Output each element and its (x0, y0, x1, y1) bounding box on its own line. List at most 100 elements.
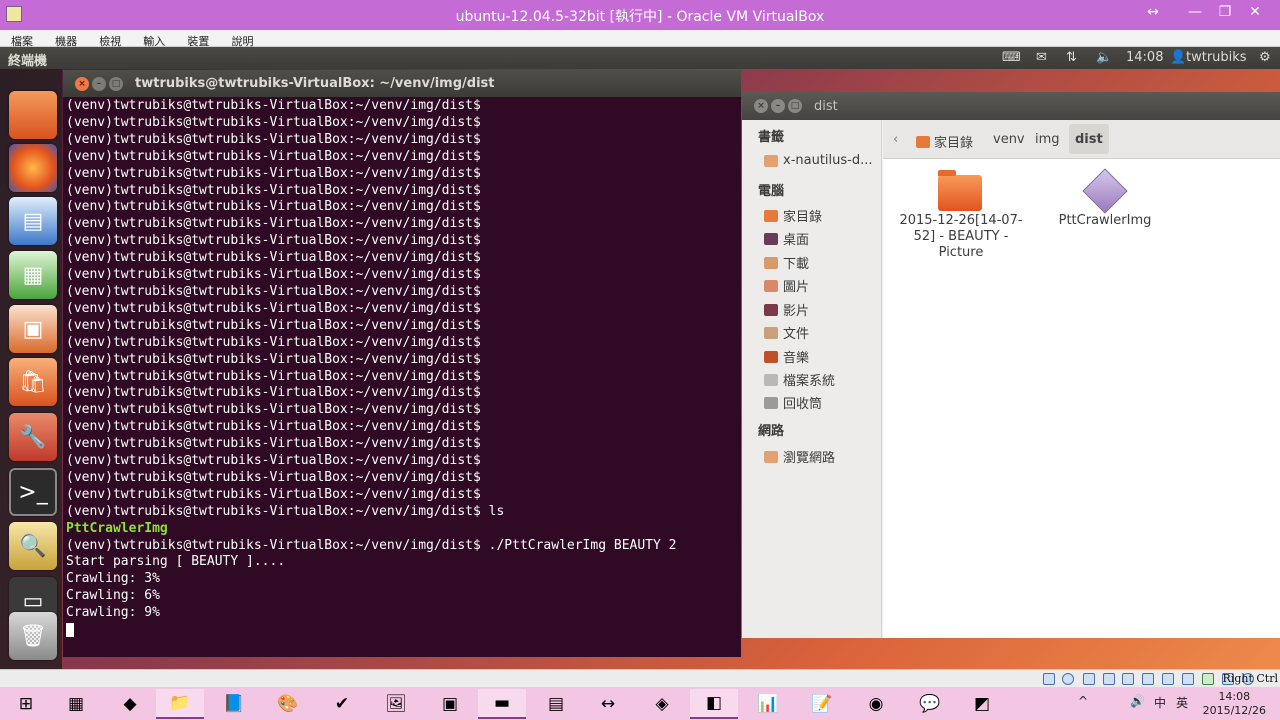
apps-icon[interactable]: ▦ (52, 689, 100, 719)
sidebar-item-documents[interactable]: 文件 (764, 323, 809, 342)
resize-icon[interactable]: ↔ (1138, 4, 1168, 20)
maximize-icon[interactable]: □ (788, 99, 802, 113)
breadcrumb-dist[interactable]: dist (1069, 124, 1109, 154)
panel-clock[interactable]: 14:08 (1126, 50, 1163, 65)
close-button[interactable]: ✕ (1240, 4, 1270, 20)
terminal-output[interactable]: (venv)twtrubiks@twtrubiks-VirtualBox:~/v… (66, 98, 736, 655)
breadcrumb: ‹ 家目錄 venv img dist (883, 120, 1280, 159)
firefox-launcher-icon[interactable] (9, 144, 57, 192)
recording-icon[interactable] (1182, 673, 1194, 685)
sidebar-item-label: 家目錄 (783, 210, 823, 225)
optical-drive-icon[interactable] (1062, 673, 1074, 685)
display-icon[interactable] (1162, 673, 1174, 685)
cmd-icon[interactable]: ▬ (478, 689, 526, 719)
settings-launcher-icon[interactable]: 🔧 (9, 413, 57, 461)
volume-icon[interactable]: 🔈 (1096, 50, 1112, 65)
file-manager-window[interactable]: × – □ dist 書籤 x-nautilus-d... 電腦 家目錄 桌面 … (742, 92, 1280, 638)
minimize-icon[interactable]: – (771, 99, 785, 113)
terminal-line: (venv)twtrubiks@twtrubiks-VirtualBox:~/v… (66, 250, 481, 266)
breadcrumb-venv[interactable]: venv (993, 132, 1025, 147)
trash-launcher-icon[interactable]: 🗑 (9, 612, 57, 660)
clock-time: 14:08 (1218, 690, 1251, 703)
terminal-cursor-line[interactable] (66, 622, 736, 639)
breadcrumb-img[interactable]: img (1035, 132, 1060, 147)
chevron-left-icon[interactable]: ‹ (893, 132, 898, 147)
file-manager-titlebar[interactable]: × – □ dist (742, 92, 1280, 120)
sidebar-item-trash[interactable]: 回收筒 (764, 393, 822, 412)
monitor-icon[interactable]: 📊 (744, 689, 792, 719)
mouse-integration-icon[interactable] (1202, 673, 1214, 685)
hdd-icon[interactable] (1043, 673, 1055, 685)
start-button[interactable]: ⊞ (2, 689, 50, 719)
gear-icon[interactable]: ⚙ (1259, 50, 1271, 65)
shared-folder-icon[interactable] (1122, 673, 1134, 685)
calc-launcher-icon[interactable]: ▦ (9, 251, 57, 299)
volume-icon[interactable]: 🔊 (1130, 694, 1145, 708)
line-icon[interactable]: 💬 (906, 689, 954, 719)
explorer-icon[interactable]: 📁 (156, 689, 204, 719)
sidebar-item-label: 影片 (783, 304, 810, 319)
sidebar-item-pictures[interactable]: 圖片 (764, 276, 809, 295)
sidebar-item-downloads[interactable]: 下載 (764, 253, 809, 272)
image-viewer-launcher-icon[interactable]: 🔍 (9, 522, 57, 570)
music-icon (764, 350, 778, 363)
files-launcher-icon[interactable] (9, 91, 57, 139)
file-view[interactable]: 2015-12-26[14-07- 52] - BEAUTY - Picture… (883, 159, 1280, 638)
virtualbox-icon[interactable]: ◧ (690, 689, 738, 719)
taskbar-clock[interactable]: 14:08 2015/12/26 (1203, 690, 1266, 718)
photos-icon[interactable]: 🖼 (372, 689, 420, 719)
vbox-menubar: 檔案 機器 檢視 輸入 裝置 說明 (0, 30, 1280, 48)
close-icon[interactable]: × (754, 99, 768, 113)
tray-expand-icon[interactable]: ^ (1078, 694, 1088, 708)
sidebar-item-desktop[interactable]: 桌面 (764, 229, 809, 248)
teamviewer-icon[interactable]: ↔ (584, 689, 632, 719)
close-icon[interactable]: × (75, 77, 89, 91)
sidebar-item-browse-network[interactable]: 瀏覽網路 (764, 447, 835, 466)
terminal-launcher-icon[interactable]: >_ (9, 468, 57, 516)
sidebar-item-filesystem[interactable]: 檔案系統 (764, 370, 835, 389)
app-red-icon[interactable]: ▣ (426, 689, 474, 719)
sidebar-item-bookmark[interactable]: x-nautilus-d... (764, 153, 873, 168)
sidebar-item-videos[interactable]: 影片 (764, 300, 809, 319)
book-icon[interactable]: 📘 (210, 689, 258, 719)
breadcrumb-home[interactable]: 家目錄 (916, 132, 973, 151)
sidebar-item-label: 音樂 (783, 351, 810, 366)
ime-chinese-indicator[interactable]: 中 (1154, 694, 1166, 711)
terminal-line: (venv)twtrubiks@twtrubiks-VirtualBox:~/v… (66, 131, 481, 147)
notepad-icon[interactable]: 📝 (798, 689, 846, 719)
paint-icon[interactable]: 🎨 (264, 689, 312, 719)
floppy-icon[interactable] (1083, 673, 1095, 685)
keyboard-icon[interactable]: ⌨ (1002, 50, 1021, 65)
maximize-icon[interactable]: □ (109, 77, 123, 91)
mail-icon[interactable]: ✉ (1036, 50, 1047, 65)
terminal-line: (venv)twtrubiks@twtrubiks-VirtualBox:~/v… (66, 165, 481, 181)
active-app-title: 終端機 (8, 54, 48, 69)
minimize-button[interactable]: — (1180, 4, 1210, 20)
software-center-launcher-icon[interactable]: 🛍 (9, 358, 57, 406)
host-key-indicator: Right Ctrl (1222, 672, 1278, 685)
impress-launcher-icon[interactable]: ▣ (9, 305, 57, 353)
chrome-icon[interactable]: ◉ (852, 689, 900, 719)
panel-username[interactable]: twtrubiks (1186, 50, 1247, 65)
ime-english-indicator[interactable]: 英 (1176, 694, 1188, 711)
writer-launcher-icon[interactable]: ▤ (9, 197, 57, 245)
checklist-icon[interactable]: ✔ (318, 689, 366, 719)
network-adapter-icon[interactable] (1142, 673, 1154, 685)
minimize-icon[interactable]: – (92, 77, 106, 91)
host-window-title: ubuntu-12.04.5-32bit [執行中] - Oracle VM V… (455, 9, 825, 25)
inkscape-icon[interactable]: ◆ (106, 689, 154, 719)
network-icon[interactable]: ⇅ (1066, 50, 1077, 65)
terminal-cursor (66, 622, 74, 637)
ftp-icon[interactable]: ◈ (638, 689, 686, 719)
terminal-titlebar[interactable]: × – □ twtrubiks@twtrubiks-VirtualBox: ~/… (63, 70, 741, 97)
videos-icon (764, 303, 778, 316)
terminal-line: (venv)twtrubiks@twtrubiks-VirtualBox:~/v… (66, 148, 481, 164)
user-icon: 👤 (1170, 50, 1187, 65)
terminal-window[interactable]: × – □ twtrubiks@twtrubiks-VirtualBox: ~/… (63, 70, 741, 657)
maximize-button[interactable]: ❐ (1210, 4, 1240, 20)
sidebar-item-music[interactable]: 音樂 (764, 347, 809, 366)
office-icon[interactable]: ◩ (958, 689, 1006, 719)
sidebar-item-home[interactable]: 家目錄 (764, 206, 822, 225)
sublime-icon[interactable]: ▤ (532, 689, 580, 719)
usb-icon[interactable] (1103, 673, 1115, 685)
